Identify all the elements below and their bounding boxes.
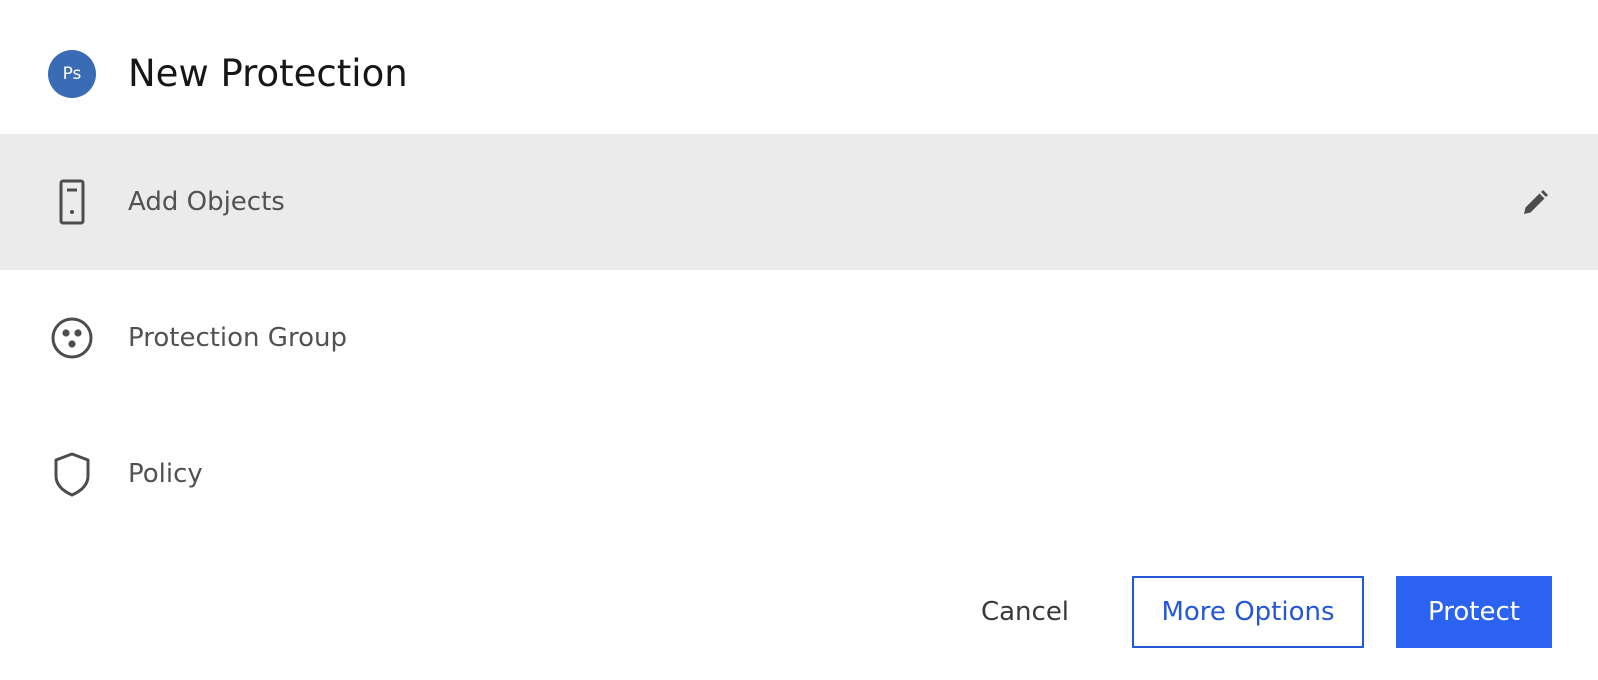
avatar-initials: Ps xyxy=(62,64,82,84)
group-icon xyxy=(48,314,96,362)
dialog-header: Ps New Protection xyxy=(0,0,1598,134)
avatar: Ps xyxy=(48,50,96,98)
row-label-policy: Policy xyxy=(128,459,203,489)
dialog-title: New Protection xyxy=(128,52,408,95)
row-policy[interactable]: Policy xyxy=(0,406,1598,542)
new-protection-dialog: Ps New Protection Add Objects Protection… xyxy=(0,0,1598,680)
cancel-button[interactable]: Cancel xyxy=(960,576,1090,648)
dialog-footer: Cancel More Options Protect xyxy=(0,576,1598,648)
more-options-button[interactable]: More Options xyxy=(1132,576,1364,648)
pencil-icon[interactable] xyxy=(1520,188,1550,218)
row-add-objects[interactable]: Add Objects xyxy=(0,134,1598,270)
shield-icon xyxy=(48,450,96,498)
row-label-protection-group: Protection Group xyxy=(128,323,347,353)
protect-button[interactable]: Protect xyxy=(1396,576,1552,648)
server-icon xyxy=(48,178,96,226)
row-label-add-objects: Add Objects xyxy=(128,187,285,217)
row-protection-group[interactable]: Protection Group xyxy=(0,270,1598,406)
